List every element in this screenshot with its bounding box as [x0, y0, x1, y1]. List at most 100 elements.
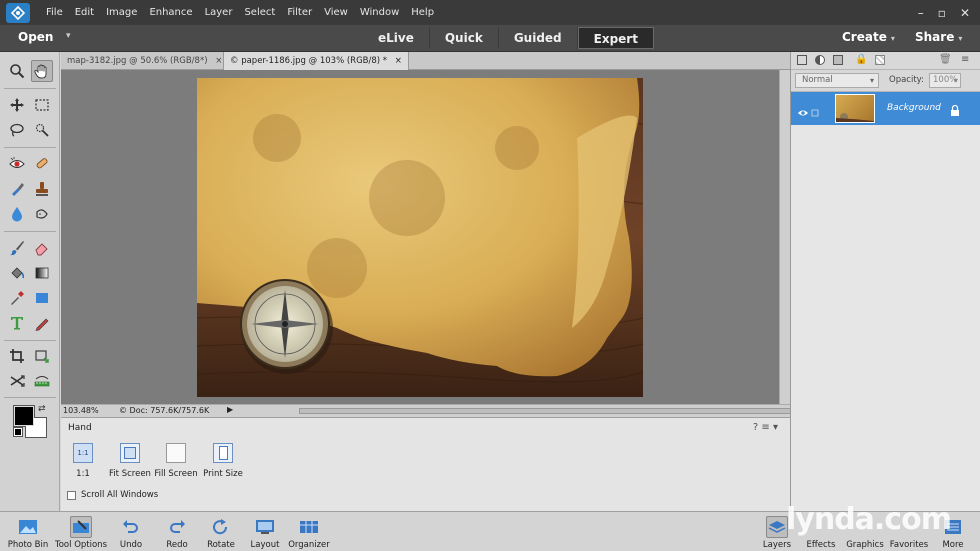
opacity-label: Opacity:: [889, 75, 924, 85]
zoom-tool-icon[interactable]: [6, 60, 28, 82]
menu-edit[interactable]: Edit: [69, 7, 100, 18]
horizontal-scrollbar[interactable]: [299, 408, 829, 414]
redo-label: Redo: [166, 540, 188, 550]
canvas-area[interactable]: [61, 70, 779, 404]
eraser-tool-icon[interactable]: [31, 237, 53, 259]
tool-options-label: Tool Options: [54, 540, 107, 550]
move-tool-icon[interactable]: [6, 94, 28, 116]
hand-tool-icon[interactable]: [31, 60, 53, 82]
blend-mode-dropdown[interactable]: Normal ▾: [795, 73, 879, 88]
sponge-tool-icon[interactable]: [31, 203, 53, 225]
tool-options-icon: [70, 516, 92, 538]
tab-map-jpg[interactable]: map-3182.jpg @ 50.6% (RGB/8*) ×: [61, 52, 228, 70]
red-eye-tool-icon[interactable]: [6, 153, 28, 175]
create-dropdown-icon: ▾: [890, 34, 895, 43]
blend-mode-value: Normal: [802, 75, 833, 85]
redo-button[interactable]: Redo: [162, 516, 192, 550]
close-icon[interactable]: ✕: [960, 6, 970, 20]
menu-image[interactable]: Image: [100, 7, 143, 18]
rotate-button[interactable]: Rotate: [204, 516, 238, 550]
organizer-button[interactable]: Organizer: [288, 516, 330, 550]
layer-mask-icon[interactable]: [833, 55, 843, 65]
scroll-all-windows-checkbox[interactable]: Scroll All Windows: [67, 490, 158, 500]
clone-stamp-tool-icon[interactable]: [31, 178, 53, 200]
share-button[interactable]: Share ▾: [915, 30, 962, 44]
layer-name[interactable]: Background: [887, 103, 941, 113]
tab-paper-jpg[interactable]: © paper-1186.jpg @ 103% (RGB/8) * ×: [223, 52, 409, 70]
close-tab-icon[interactable]: ×: [215, 56, 222, 66]
brush-tool-icon[interactable]: [6, 237, 28, 259]
paint-bucket-tool-icon[interactable]: [6, 262, 28, 284]
spot-healing-tool-icon[interactable]: [31, 153, 53, 175]
mode-guided[interactable]: Guided: [499, 27, 578, 49]
layer-row-background[interactable]: Background: [791, 92, 980, 125]
status-bar: 103.48% © Doc: 757.6K/757.6K ▶: [61, 404, 829, 417]
document-size: © Doc: 757.6K/757.6K: [119, 406, 210, 415]
quick-selection-tool-icon[interactable]: [31, 119, 53, 141]
document-image[interactable]: [197, 78, 643, 397]
menu-filter[interactable]: Filter: [281, 7, 318, 18]
menu-view[interactable]: View: [318, 7, 354, 18]
mode-quick[interactable]: Quick: [430, 27, 499, 49]
layer-lock-icon: [949, 102, 961, 121]
minimize-icon[interactable]: –: [918, 6, 924, 20]
pencil-tool-icon[interactable]: [31, 312, 53, 334]
checkbox-box[interactable]: [67, 490, 76, 500]
mode-elive[interactable]: eLive: [363, 27, 430, 49]
opacity-field[interactable]: 100% ▾: [929, 73, 961, 88]
create-button[interactable]: Create ▾: [842, 30, 895, 44]
swap-colors-icon[interactable]: ⇄: [38, 404, 46, 414]
toolbox-divider: [4, 340, 56, 341]
close-tab-icon[interactable]: ×: [395, 56, 402, 66]
menu-layer[interactable]: Layer: [199, 7, 239, 18]
adjustment-layer-icon[interactable]: [815, 55, 825, 65]
default-colors-icon[interactable]: [13, 427, 23, 437]
scroll-all-windows-label: Scroll All Windows: [81, 490, 159, 500]
tool-options-button[interactable]: Tool Options: [54, 516, 108, 550]
eyedropper-tool-icon[interactable]: [6, 287, 28, 309]
recompose-tool-icon[interactable]: [31, 345, 53, 367]
type-tool-icon[interactable]: [6, 312, 28, 334]
new-layer-icon[interactable]: [797, 55, 807, 65]
window-controls: – ▫ ✕: [918, 0, 976, 25]
layout-button[interactable]: Layout: [248, 516, 282, 550]
crop-tool-icon[interactable]: [6, 345, 28, 367]
status-menu-icon[interactable]: ▶: [227, 405, 233, 414]
menu-window[interactable]: Window: [354, 7, 405, 18]
straighten-tool-icon[interactable]: [31, 370, 53, 392]
panel-menu-icon[interactable]: ≡: [961, 54, 969, 65]
content-aware-move-tool-icon[interactable]: [6, 370, 28, 392]
visibility-eye-icon[interactable]: [797, 103, 821, 122]
smart-brush-tool-icon[interactable]: [6, 178, 28, 200]
more-label: More: [942, 540, 964, 550]
chevron-down-icon: ▾: [953, 76, 958, 85]
maximize-icon[interactable]: ▫: [938, 6, 946, 20]
undo-button[interactable]: Undo: [116, 516, 146, 550]
custom-shape-tool-icon[interactable]: [31, 287, 53, 309]
photo-bin-button[interactable]: Photo Bin: [6, 516, 50, 550]
share-dropdown-icon: ▾: [958, 34, 963, 43]
lock-transparent-icon[interactable]: [875, 55, 885, 65]
share-label: Share: [915, 30, 955, 44]
menu-file[interactable]: File: [40, 7, 69, 18]
layout-label: Layout: [250, 540, 280, 550]
print-size-button[interactable]: Print Size: [193, 443, 253, 479]
toolbox-divider: [4, 88, 56, 89]
open-dropdown-icon[interactable]: ▾: [66, 31, 71, 41]
lasso-tool-icon[interactable]: [6, 119, 28, 141]
blur-tool-icon[interactable]: [6, 203, 28, 225]
foreground-color-swatch-front: [14, 406, 34, 426]
menu-help[interactable]: Help: [405, 7, 440, 18]
open-button[interactable]: Open: [18, 30, 53, 44]
gradient-tool-icon[interactable]: [31, 262, 53, 284]
mode-expert[interactable]: Expert: [577, 27, 654, 49]
help-icon[interactable]: ? ≡ ▾: [753, 422, 778, 433]
zoom-level[interactable]: 103.48%: [63, 406, 99, 415]
delete-layer-icon[interactable]: 🗑: [939, 54, 952, 65]
rotate-label: Rotate: [207, 540, 235, 550]
lock-all-icon[interactable]: 🔒: [855, 54, 867, 65]
marquee-tool-icon[interactable]: [31, 94, 53, 116]
menu-enhance[interactable]: Enhance: [143, 7, 198, 18]
vertical-scrollbar[interactable]: [779, 70, 790, 404]
menu-select[interactable]: Select: [238, 7, 281, 18]
